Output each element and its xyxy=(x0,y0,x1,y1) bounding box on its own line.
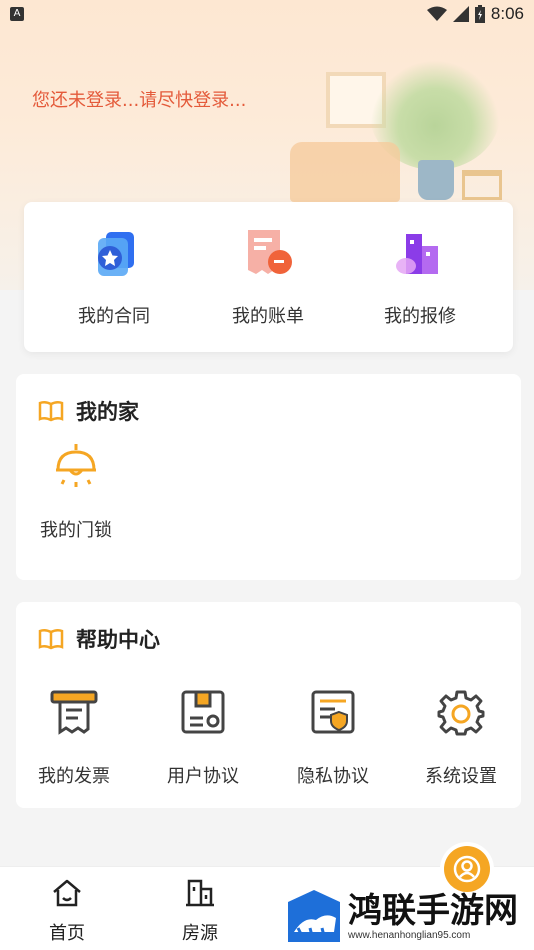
system-settings-button[interactable]: 系统设置 xyxy=(401,688,521,788)
my-contract-button[interactable]: 我的合同 xyxy=(54,202,174,352)
my-repair-button[interactable]: 我的报修 xyxy=(360,202,480,352)
my-bill-button[interactable]: 我的账单 xyxy=(208,202,328,352)
repair-icon xyxy=(396,234,438,274)
login-prompt[interactable]: 您还未登录...请尽快登录... xyxy=(32,86,246,112)
user-agreement-label: 用户协议 xyxy=(167,766,239,787)
invoice-icon xyxy=(50,690,98,735)
status-bar: A 8:06 xyxy=(0,0,534,28)
building-icon xyxy=(186,879,214,907)
armchair-illustration xyxy=(290,142,400,202)
user-agreement-icon xyxy=(181,690,225,734)
flowerpot-illustration xyxy=(418,160,454,200)
tab-listings[interactable]: 房源 xyxy=(150,877,250,945)
my-home-panel: 我的家 我的门锁 xyxy=(16,374,521,580)
customer-service-icon xyxy=(453,855,481,883)
home-icon xyxy=(53,879,81,907)
tab-home-label: 首页 xyxy=(49,923,85,944)
system-settings-label: 系统设置 xyxy=(425,766,497,787)
watermark-url: www.henanhonglian95.com xyxy=(348,929,471,941)
book-icon xyxy=(38,400,64,422)
quick-actions-card: 我的合同 我的账单 我的报修 xyxy=(24,202,513,352)
my-contract-label: 我的合同 xyxy=(78,306,150,327)
help-center-title: 帮助中心 xyxy=(76,628,160,652)
privacy-agreement-button[interactable]: 隐私协议 xyxy=(273,688,393,788)
my-repair-label: 我的报修 xyxy=(384,306,456,327)
battery-icon xyxy=(474,5,485,23)
tab-home[interactable]: 首页 xyxy=(17,877,117,945)
clock: 8:06 xyxy=(490,4,524,23)
help-center-panel: 帮助中心 我的发票 用户协议 隐私协议 系统设置 xyxy=(16,602,521,808)
my-bill-label: 我的账单 xyxy=(232,306,304,327)
door-lock-label: 我的门锁 xyxy=(40,520,112,541)
privacy-agreement-icon xyxy=(311,690,355,734)
tab-listings-label: 房源 xyxy=(182,923,218,944)
privacy-agreement-label: 隐私协议 xyxy=(297,766,369,787)
my-invoice-button[interactable]: 我的发票 xyxy=(14,688,134,788)
watermark-main-text: 鸿联手游网 xyxy=(348,890,518,931)
my-invoice-label: 我的发票 xyxy=(38,766,110,787)
watermark: 鸿联手游网 www.henanhonglian95.com xyxy=(286,886,530,946)
book-icon xyxy=(38,628,64,650)
contract-icon xyxy=(98,232,134,276)
wifi-icon xyxy=(426,6,447,21)
watermark-logo-icon xyxy=(288,890,340,942)
door-lock-icon xyxy=(56,444,96,487)
notification-icon: A xyxy=(10,7,24,21)
settings-icon xyxy=(437,690,485,736)
signal-icon xyxy=(452,6,469,22)
side-table-illustration xyxy=(462,170,502,200)
user-agreement-button[interactable]: 用户协议 xyxy=(143,688,263,788)
door-lock-button[interactable]: 我的门锁 xyxy=(16,442,136,542)
my-home-title: 我的家 xyxy=(76,400,139,424)
bill-icon xyxy=(248,230,292,274)
